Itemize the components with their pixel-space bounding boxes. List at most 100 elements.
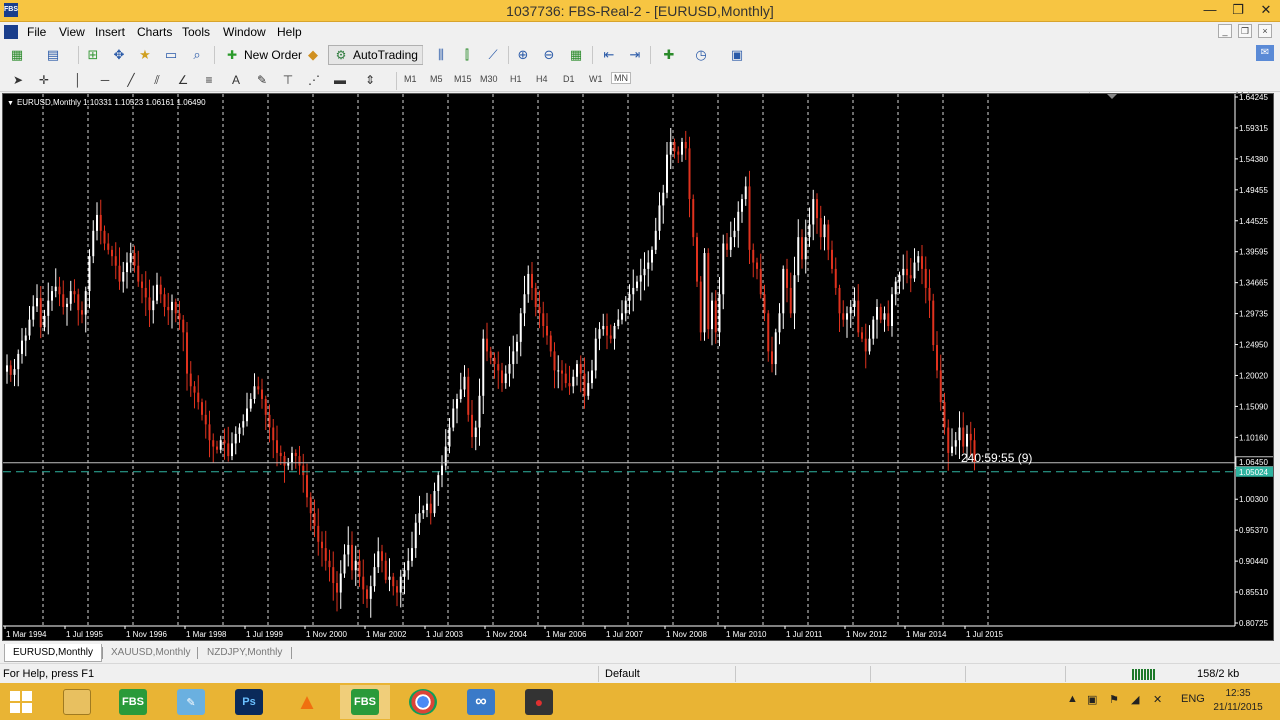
periods-icon[interactable]: ◷ [692,46,710,64]
taskbar-fbs-1[interactable]: FBS [108,685,158,719]
menu-insert[interactable]: Insert [95,25,125,39]
chart-shift-icon[interactable]: ⇤ [600,46,618,64]
candle-body [369,586,372,599]
grid-icon[interactable]: ⋰ [306,72,322,88]
chart-canvas[interactable]: 1.64245 1.59315 1.54380 1.49455 1.44525 1.395… [3,94,1274,641]
taskbar-chrome[interactable] [398,685,448,719]
cursor-icon[interactable]: ➤ [10,72,26,88]
tray-app-icon[interactable]: ▣ [1087,693,1097,706]
fibonacci-icon[interactable]: ≡ [201,72,217,88]
crosshair-icon[interactable]: ✛ [36,72,52,88]
connection-status-icon[interactable] [1132,669,1156,680]
profile-name[interactable]: Default [605,668,640,680]
zoom-out-icon[interactable]: ⊖ [540,46,558,64]
autotrading-button[interactable]: ⚙ AutoTrading [328,45,423,65]
equidistant-channel-icon[interactable]: ⫽ [149,72,165,88]
menu-help[interactable]: Help [277,25,302,39]
label-icon[interactable]: ✎ [254,72,270,88]
tab-eurusd-monthly[interactable]: EURUSD,Monthly [4,644,103,662]
menu-window[interactable]: Window [223,25,266,39]
templates-icon[interactable]: ▣ [728,46,746,64]
taskbar-vlc[interactable]: ▲ [282,685,332,719]
clock[interactable]: 12:35 21/11/2015 [1208,687,1268,715]
candle-body [744,186,747,200]
data-window-icon[interactable]: ✥ [110,46,128,64]
price-tick-label: 1.24950 [1239,341,1268,350]
new-order-button[interactable]: ✚ New Order [220,45,306,65]
timeframe-m15[interactable]: M15 [454,74,472,84]
taskbar-photoshop[interactable]: Ps [224,685,274,719]
candle-body [497,364,500,371]
timeframe-mn[interactable]: MN [611,72,631,84]
candlestick-icon[interactable]: ⫿ [458,46,476,64]
mdi-close-button[interactable]: × [1258,24,1272,38]
trendline-icon[interactable]: ╱ [123,72,139,88]
chart-window-icon[interactable] [4,25,18,39]
text-icon[interactable]: A [228,72,244,88]
line-chart-icon[interactable]: ⟋ [484,46,502,64]
chart-shift-marker[interactable] [1107,94,1117,99]
menu-tools[interactable]: Tools [182,25,210,39]
candle-body [92,230,95,257]
zoom-in-icon[interactable]: ⊕ [514,46,532,64]
timeframe-m30[interactable]: M30 [480,74,498,84]
gann-fan-icon[interactable]: ∠ [175,72,191,88]
new-chart-icon[interactable]: ▦ [8,46,26,64]
candle-body [96,214,98,231]
indicators-icon[interactable]: ✚ [660,46,678,64]
tab-nzdjpy-monthly[interactable]: NZDJPY,Monthly [199,644,290,662]
profiles-icon[interactable]: ▤ [44,46,62,64]
timeframe-h1[interactable]: H1 [510,74,522,84]
metaeditor-icon[interactable]: ◆ [304,46,322,64]
candle-body [834,268,837,288]
candle-body [411,548,413,561]
collapse-arrow-icon[interactable]: ▼ [7,100,14,107]
timeframe-m1[interactable]: M1 [404,74,417,84]
language-indicator[interactable]: ENG [1181,693,1205,705]
navigator-icon[interactable]: ★ [136,46,154,64]
taskbar-recorder[interactable]: ● [514,685,564,719]
taskbar-notepad[interactable]: ✎ [166,685,216,719]
bar-chart-icon[interactable]: ⫼ [432,46,450,64]
timeframe-w1[interactable]: W1 [589,74,603,84]
horizontal-line-icon[interactable]: ─ [97,72,113,88]
tab-xauusd-monthly[interactable]: XAUUSD,Monthly [103,644,198,662]
candle-body [351,544,353,571]
market-watch-icon[interactable]: ⊞ [84,46,102,64]
price-chart[interactable]: 1.64245 1.59315 1.54380 1.49455 1.44525 1.395… [2,93,1274,641]
menu-charts[interactable]: Charts [137,25,172,39]
taskbar-explorer[interactable] [52,685,102,719]
clock-date: 21/11/2015 [1213,702,1263,713]
price-tick-label: 1.44525 [1239,217,1268,226]
vertical-line-icon[interactable]: │ [70,72,86,88]
restore-button[interactable]: ❐ [1224,0,1252,22]
menu-view[interactable]: View [59,25,85,39]
timeframe-m5[interactable]: M5 [430,74,443,84]
timeframe-d1[interactable]: D1 [563,74,575,84]
taskbar-infinity[interactable]: ∞ [456,685,506,719]
rectangle-icon[interactable]: ▬ [332,72,348,88]
menu-file[interactable]: File [27,25,46,39]
notepad-icon: ✎ [177,689,205,715]
arrows-icon[interactable]: ⇕ [362,72,378,88]
terminal-icon[interactable]: ▭ [162,46,180,64]
mdi-restore-button[interactable]: ❐ [1238,24,1252,38]
minimize-button[interactable]: — [1196,0,1224,22]
tray-flag-icon[interactable]: ⚑ [1109,693,1119,706]
volume-icon[interactable]: ✕ [1153,693,1162,706]
candle-body [336,583,338,593]
strategy-tester-icon[interactable]: ⌕ [188,46,206,64]
mdi-minimize-button[interactable]: _ [1218,24,1232,38]
start-button[interactable] [10,691,34,713]
autoscroll-icon[interactable]: ⇥ [626,46,644,64]
taskbar-fbs-2[interactable]: FBS [340,685,390,719]
fibo-tools-icon[interactable]: ⊤ [280,72,296,88]
timeframe-h4[interactable]: H4 [536,74,548,84]
standard-toolbar: ▦ ▤ ⊞ ✥ ★ ▭ ⌕ ✚ New Order ◆ ⚙ AutoTradin… [0,42,1280,106]
candle-body [429,503,432,514]
signal-icon[interactable]: ◢ [1131,693,1139,706]
tile-windows-icon[interactable]: ▦ [567,46,585,64]
messages-icon[interactable]: ✉ [1256,45,1274,61]
tray-expand-icon[interactable]: ▲ [1067,693,1078,705]
close-button[interactable]: ✕ [1252,0,1280,22]
